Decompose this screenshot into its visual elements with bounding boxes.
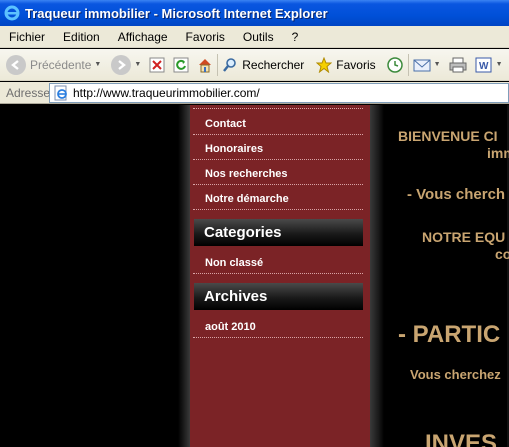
address-url: http://www.traqueurimmobilier.com/ (73, 86, 260, 100)
search-icon (223, 57, 237, 72)
forward-button[interactable]: ▼ (111, 52, 141, 78)
team-heading-cont: co (495, 246, 509, 262)
web-page: Contact Honoraires Nos recherches Notre … (0, 105, 509, 447)
sidebar-link-notre-demarche[interactable]: Notre démarche (205, 193, 289, 205)
menu-edition[interactable]: Edition (54, 30, 109, 44)
favorites-button[interactable]: Favoris (316, 52, 376, 78)
search-label: Rechercher (242, 57, 305, 72)
word-icon: W (475, 57, 492, 72)
chevron-down-icon[interactable]: ▼ (94, 61, 101, 68)
home-icon (199, 58, 212, 72)
toolbar-separator (407, 53, 409, 76)
address-label: Adresse (6, 85, 51, 100)
toolbar: Précédente ▼ ▼ Rechercher Favoris ▼ W ▼ (0, 49, 509, 81)
star-icon (316, 56, 333, 73)
right-column-edge (370, 105, 384, 447)
category-non-classe[interactable]: Non classé (205, 257, 263, 269)
svg-text:W: W (479, 61, 489, 72)
refresh-button[interactable] (173, 52, 189, 78)
team-heading: NOTRE EQU (422, 229, 506, 245)
archive-aout-2010[interactable]: août 2010 (205, 321, 256, 333)
stop-button[interactable] (149, 52, 165, 78)
menu-help[interactable]: ? (283, 30, 308, 44)
print-button[interactable] (449, 52, 467, 78)
divider (193, 184, 363, 185)
address-field[interactable]: http://www.traqueurimmobilier.com/ (49, 83, 509, 103)
divider (193, 134, 363, 135)
title-bar: Traqueur immobilier - Microsoft Internet… (0, 0, 509, 26)
history-button[interactable] (386, 52, 404, 78)
divider (193, 337, 363, 338)
mail-icon (413, 59, 431, 71)
chevron-down-icon[interactable]: ▼ (496, 61, 503, 68)
menu-bar: Fichier Edition Affichage Favoris Outils… (0, 26, 509, 48)
menu-affichage[interactable]: Affichage (109, 30, 177, 44)
menu-favoris[interactable]: Favoris (177, 30, 234, 44)
forward-arrow-icon (111, 54, 132, 75)
print-icon (449, 57, 467, 72)
welcome-heading: BIENVENUE CI (398, 128, 498, 144)
home-button[interactable] (197, 52, 213, 78)
particuliers-text: Vous cherchez (410, 367, 501, 382)
ie-icon (4, 5, 20, 21)
refresh-icon (173, 57, 189, 72)
archives-heading: Archives (194, 283, 363, 310)
back-button[interactable]: Précédente ▼ (6, 52, 101, 78)
history-icon (386, 56, 403, 73)
sidebar-link-contact[interactable]: Contact (205, 118, 246, 130)
back-label: Précédente (30, 57, 92, 72)
sidebar (190, 105, 370, 447)
left-column-edge (178, 105, 190, 447)
particuliers-heading: - PARTIC (398, 321, 501, 348)
welcome-heading-cont: imm (487, 145, 509, 161)
back-arrow-icon (6, 54, 26, 75)
address-bar: Adresse http://www.traqueurimmobilier.co… (0, 82, 509, 104)
word-button[interactable]: W ▼ (475, 52, 503, 78)
divider (193, 209, 363, 210)
mail-button[interactable]: ▼ (413, 52, 441, 78)
page-icon (54, 85, 67, 101)
search-button[interactable]: Rechercher (222, 52, 304, 78)
chevron-down-icon[interactable]: ▼ (134, 61, 141, 68)
menu-outils[interactable]: Outils (234, 30, 283, 44)
divider (193, 108, 363, 109)
stop-icon (149, 57, 165, 72)
intro-line: - Vous cherch (407, 186, 506, 203)
chevron-down-icon[interactable]: ▼ (434, 61, 441, 68)
sidebar-link-honoraires[interactable]: Honoraires (205, 143, 263, 155)
categories-heading: Categories (194, 219, 363, 246)
window-title: Traqueur immobilier - Microsoft Internet… (25, 5, 328, 21)
favorites-label: Favoris (336, 57, 376, 72)
investisseurs-heading: INVES (425, 430, 498, 447)
toolbar-separator (217, 53, 219, 76)
sidebar-link-nos-recherches[interactable]: Nos recherches (205, 168, 288, 180)
divider (193, 273, 363, 274)
divider (193, 159, 363, 160)
menu-fichier[interactable]: Fichier (0, 30, 54, 44)
